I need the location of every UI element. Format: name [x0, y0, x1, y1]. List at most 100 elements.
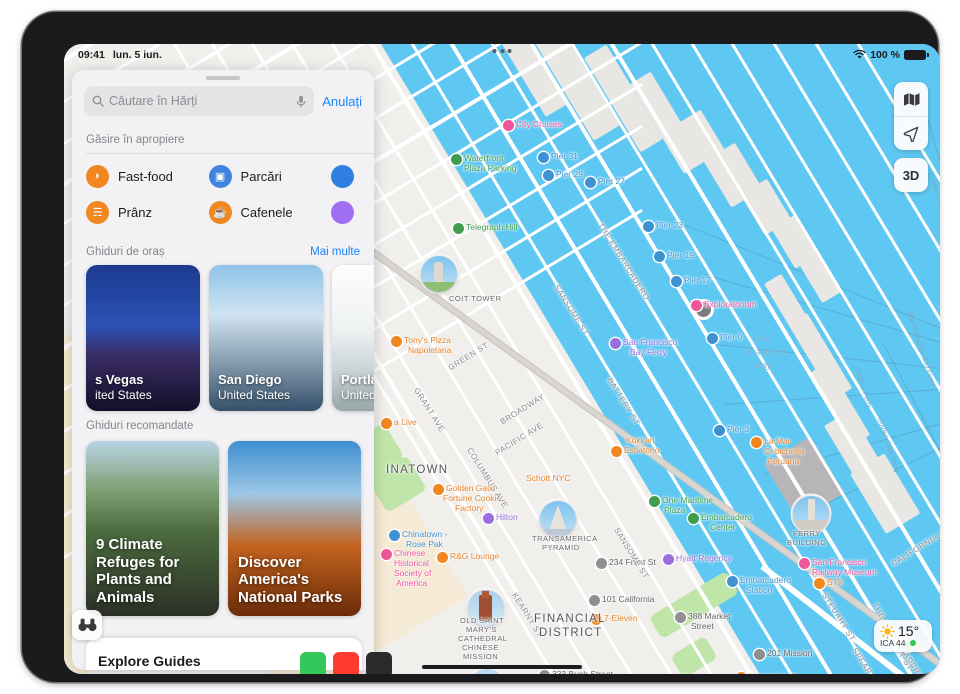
- map-poi-dot[interactable]: [451, 154, 462, 165]
- map-poi-dot[interactable]: [585, 177, 596, 188]
- explore-guides-title: Explore Guides: [98, 653, 201, 669]
- map-poi-dot[interactable]: [799, 558, 810, 569]
- parking-transit-icon: ▣: [208, 164, 232, 188]
- map-poi-dot[interactable]: [654, 251, 665, 262]
- city-guide-name: s Vegas: [95, 371, 144, 387]
- map-poi-dot[interactable]: [538, 152, 549, 163]
- nearby-item-fast-food[interactable]: ◗ Fast-food: [86, 164, 209, 188]
- air-quality-status-dot: [909, 640, 916, 646]
- map-poi-dot[interactable]: [437, 552, 448, 563]
- landmark-pin-ferry-building[interactable]: [793, 496, 829, 532]
- binoculars-icon[interactable]: [72, 610, 102, 640]
- search-placeholder: Căutare în Hărți: [109, 94, 198, 108]
- weather-temperature: 15°: [898, 623, 920, 639]
- battery-full-icon: [904, 50, 929, 60]
- search-input[interactable]: Căutare în Hărți: [84, 86, 315, 116]
- partial-purple-icon: [331, 200, 355, 224]
- map-poi-dot[interactable]: [453, 223, 464, 234]
- map-poi-dot[interactable]: [381, 418, 392, 429]
- map-poi-dot[interactable]: [649, 496, 660, 507]
- map-poi-dot[interactable]: [381, 549, 392, 560]
- sun-icon: [880, 623, 895, 639]
- map-poi-dot[interactable]: [610, 338, 621, 349]
- city-guide-card[interactable]: San Diego United States: [209, 264, 323, 411]
- map-poi-dot[interactable]: [433, 484, 444, 495]
- map-poi-dot[interactable]: [671, 276, 682, 287]
- map-control-group: [894, 82, 928, 150]
- nearby-section-title: Găsire în apropiere: [86, 134, 185, 146]
- home-indicator[interactable]: [422, 664, 582, 669]
- map-poi-dot[interactable]: [391, 336, 402, 347]
- 3d-toggle-button[interactable]: 3D: [894, 158, 928, 192]
- city-guides-title: Ghiduri de oraș: [86, 245, 165, 258]
- sheet-grabber[interactable]: [206, 76, 240, 80]
- weather-widget[interactable]: 15° ICA 44: [874, 620, 932, 652]
- city-guides-more-link[interactable]: Mai multe: [310, 246, 360, 258]
- map-poi-dot[interactable]: [663, 554, 674, 565]
- landmark-pin-old-saint-marys[interactable]: [468, 590, 504, 626]
- map-poi-dot[interactable]: [814, 578, 825, 589]
- nearby-item-cafenele[interactable]: ☕ Cafenele: [208, 200, 332, 224]
- landmark-pin-coit-tower[interactable]: [421, 256, 457, 292]
- nearby-item-partial[interactable]: [331, 200, 374, 224]
- dock: [300, 652, 392, 674]
- map-poi-dot[interactable]: [675, 612, 686, 623]
- nearby-item-partial[interactable]: [331, 164, 374, 188]
- phone-icon[interactable]: [333, 652, 359, 674]
- nearby-item-parc-ri[interactable]: ▣ Parcări: [208, 164, 332, 188]
- microphone-icon[interactable]: [296, 95, 306, 108]
- city-guide-card[interactable]: PortlandUnited State: [332, 264, 374, 411]
- recommended-guide-card[interactable]: Discover America's National Parks: [228, 440, 361, 616]
- map-poi-dot[interactable]: [539, 670, 550, 674]
- status-bar: 09:41 lun. 5 iun. 100 %: [64, 44, 940, 66]
- cancel-button[interactable]: Anulați: [322, 94, 362, 109]
- map-poi-dot[interactable]: [503, 120, 514, 131]
- battery-percent-label: 100 %: [870, 49, 900, 61]
- city-guide-card[interactable]: s Vegas ited States: [86, 264, 200, 411]
- landmark-pin-transamerica[interactable]: [540, 501, 576, 537]
- multitask-dots-icon[interactable]: [492, 49, 512, 53]
- map-poi-dot[interactable]: [643, 221, 654, 232]
- map-poi-dot[interactable]: [751, 437, 762, 448]
- map-poi-dot[interactable]: [589, 595, 600, 606]
- map-poi-dot[interactable]: [688, 513, 699, 524]
- wifi-icon: [853, 50, 866, 59]
- nearby-item-label: Cafenele: [240, 204, 293, 220]
- map-poi-dot[interactable]: [543, 170, 554, 181]
- recommended-guide-title: 9 Climate Refuges for Plants and Animals: [96, 535, 180, 606]
- nearby-category-grid: ◗ Fast-food ▣ Parcări ☴ Prânz ☕ Cafenele: [72, 153, 374, 237]
- city-guide-card-list[interactable]: s Vegas ited States San Diego United States…: [72, 264, 374, 411]
- city-guide-country: United States: [218, 387, 291, 402]
- search-row: Căutare în Hărți Anulați: [72, 84, 374, 126]
- map-layers-icon[interactable]: [894, 82, 928, 116]
- partial-blue-icon: [331, 164, 355, 188]
- map-poi-dot[interactable]: [714, 425, 725, 436]
- map-poi-dot[interactable]: [591, 614, 602, 625]
- map-poi-dot[interactable]: [611, 446, 622, 457]
- files-icon[interactable]: [366, 652, 392, 674]
- status-date: lun. 5 iun.: [112, 49, 162, 61]
- city-guide-country: United State: [341, 387, 374, 402]
- facetime-icon[interactable]: [300, 652, 326, 674]
- nearby-item-label: Parcări: [240, 168, 282, 184]
- map-poi-dot[interactable]: [691, 300, 702, 311]
- sheet-scroll-body[interactable]: Găsire în apropiere ◗ Fast-food ▣ Parcări ☴ P…: [72, 126, 374, 670]
- recommended-guide-title: Discover America's National Parks: [238, 553, 343, 606]
- nearby-item-label: Prânz: [118, 204, 152, 220]
- location-arrow-icon[interactable]: [894, 116, 928, 150]
- nearby-item-pr-nz[interactable]: ☴ Prânz: [86, 200, 209, 224]
- map-poi-dot[interactable]: [596, 558, 607, 569]
- recommended-guide-card-list[interactable]: 9 Climate Refuges for Plants and Animals…: [72, 439, 374, 616]
- map-poi-dot[interactable]: [389, 530, 400, 541]
- search-icon: [92, 95, 104, 107]
- map-controls: 3D: [894, 82, 928, 192]
- ipad-screen: City Cruises Pier 31 Pier 29 Pier 27 Pier 23…: [64, 44, 940, 674]
- map-poi-dot[interactable]: [707, 333, 718, 344]
- nearby-item-label: Fast-food: [118, 168, 173, 184]
- recommended-guide-card[interactable]: 9 Climate Refuges for Plants and Animals: [86, 440, 219, 616]
- recommended-guides-title: Ghiduri recomandate: [86, 419, 194, 432]
- map-poi-dot[interactable]: [483, 513, 494, 524]
- map-poi-dot[interactable]: [727, 576, 738, 587]
- landmark-pin-dragon-gate[interactable]: [469, 669, 505, 674]
- map-poi-dot[interactable]: [754, 649, 765, 660]
